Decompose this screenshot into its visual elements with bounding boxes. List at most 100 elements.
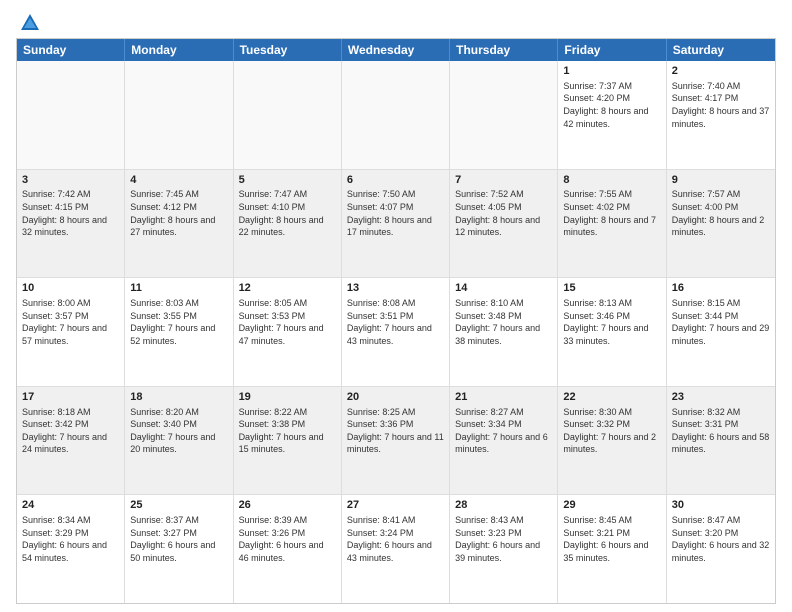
calendar-cell: 9Sunrise: 7:57 AMSunset: 4:00 PMDaylight…	[667, 170, 775, 278]
sunrise-text: Sunrise: 8:18 AM	[22, 407, 91, 417]
cell-daylight-info: Sunrise: 8:37 AMSunset: 3:27 PMDaylight:…	[130, 514, 227, 564]
cell-daylight-info: Sunrise: 8:45 AMSunset: 3:21 PMDaylight:…	[563, 514, 660, 564]
sunset-text: Sunset: 3:36 PM	[347, 419, 414, 429]
calendar-cell: 13Sunrise: 8:08 AMSunset: 3:51 PMDayligh…	[342, 278, 450, 386]
sunrise-text: Sunrise: 8:37 AM	[130, 515, 199, 525]
daylight-text: Daylight: 6 hours and 39 minutes.	[455, 540, 540, 563]
sunrise-text: Sunrise: 7:37 AM	[563, 81, 632, 91]
sunrise-text: Sunrise: 8:22 AM	[239, 407, 308, 417]
cell-daylight-info: Sunrise: 8:18 AMSunset: 3:42 PMDaylight:…	[22, 406, 119, 456]
cell-daylight-info: Sunrise: 8:27 AMSunset: 3:34 PMDaylight:…	[455, 406, 552, 456]
calendar-cell: 18Sunrise: 8:20 AMSunset: 3:40 PMDayligh…	[125, 387, 233, 495]
sunrise-text: Sunrise: 8:08 AM	[347, 298, 416, 308]
sunset-text: Sunset: 3:20 PM	[672, 528, 739, 538]
day-number: 5	[239, 173, 336, 188]
header-day-wednesday: Wednesday	[342, 39, 450, 61]
sunset-text: Sunset: 3:57 PM	[22, 311, 89, 321]
sunset-text: Sunset: 3:44 PM	[672, 311, 739, 321]
calendar-cell	[342, 61, 450, 169]
sunset-text: Sunset: 3:53 PM	[239, 311, 306, 321]
cell-daylight-info: Sunrise: 8:25 AMSunset: 3:36 PMDaylight:…	[347, 406, 444, 456]
cell-daylight-info: Sunrise: 8:41 AMSunset: 3:24 PMDaylight:…	[347, 514, 444, 564]
sunset-text: Sunset: 4:07 PM	[347, 202, 414, 212]
sunrise-text: Sunrise: 8:15 AM	[672, 298, 741, 308]
calendar-cell	[234, 61, 342, 169]
sunset-text: Sunset: 3:24 PM	[347, 528, 414, 538]
calendar-cell: 30Sunrise: 8:47 AMSunset: 3:20 PMDayligh…	[667, 495, 775, 603]
calendar-cell: 27Sunrise: 8:41 AMSunset: 3:24 PMDayligh…	[342, 495, 450, 603]
day-number: 19	[239, 390, 336, 405]
cell-daylight-info: Sunrise: 7:50 AMSunset: 4:07 PMDaylight:…	[347, 188, 444, 238]
sunrise-text: Sunrise: 7:47 AM	[239, 189, 308, 199]
calendar-cell: 21Sunrise: 8:27 AMSunset: 3:34 PMDayligh…	[450, 387, 558, 495]
day-number: 13	[347, 281, 444, 296]
sunset-text: Sunset: 3:46 PM	[563, 311, 630, 321]
cell-daylight-info: Sunrise: 8:39 AMSunset: 3:26 PMDaylight:…	[239, 514, 336, 564]
header-day-monday: Monday	[125, 39, 233, 61]
daylight-text: Daylight: 8 hours and 22 minutes.	[239, 215, 324, 238]
header-day-saturday: Saturday	[667, 39, 775, 61]
day-number: 2	[672, 64, 770, 79]
cell-daylight-info: Sunrise: 8:08 AMSunset: 3:51 PMDaylight:…	[347, 297, 444, 347]
calendar-cell: 12Sunrise: 8:05 AMSunset: 3:53 PMDayligh…	[234, 278, 342, 386]
calendar-cell	[17, 61, 125, 169]
calendar-cell: 19Sunrise: 8:22 AMSunset: 3:38 PMDayligh…	[234, 387, 342, 495]
daylight-text: Daylight: 8 hours and 17 minutes.	[347, 215, 432, 238]
daylight-text: Daylight: 7 hours and 6 minutes.	[455, 432, 548, 455]
sunrise-text: Sunrise: 8:45 AM	[563, 515, 632, 525]
cell-daylight-info: Sunrise: 8:03 AMSunset: 3:55 PMDaylight:…	[130, 297, 227, 347]
sunset-text: Sunset: 3:27 PM	[130, 528, 197, 538]
calendar-row-5: 24Sunrise: 8:34 AMSunset: 3:29 PMDayligh…	[17, 495, 775, 603]
calendar-cell: 4Sunrise: 7:45 AMSunset: 4:12 PMDaylight…	[125, 170, 233, 278]
daylight-text: Daylight: 7 hours and 47 minutes.	[239, 323, 324, 346]
calendar-cell: 20Sunrise: 8:25 AMSunset: 3:36 PMDayligh…	[342, 387, 450, 495]
sunrise-text: Sunrise: 8:32 AM	[672, 407, 741, 417]
calendar-cell: 28Sunrise: 8:43 AMSunset: 3:23 PMDayligh…	[450, 495, 558, 603]
sunset-text: Sunset: 3:38 PM	[239, 419, 306, 429]
day-number: 26	[239, 498, 336, 513]
daylight-text: Daylight: 8 hours and 2 minutes.	[672, 215, 765, 238]
day-number: 4	[130, 173, 227, 188]
daylight-text: Daylight: 6 hours and 54 minutes.	[22, 540, 107, 563]
sunrise-text: Sunrise: 8:47 AM	[672, 515, 741, 525]
day-number: 8	[563, 173, 660, 188]
sunset-text: Sunset: 4:00 PM	[672, 202, 739, 212]
cell-daylight-info: Sunrise: 8:22 AMSunset: 3:38 PMDaylight:…	[239, 406, 336, 456]
cell-daylight-info: Sunrise: 8:00 AMSunset: 3:57 PMDaylight:…	[22, 297, 119, 347]
calendar-cell: 11Sunrise: 8:03 AMSunset: 3:55 PMDayligh…	[125, 278, 233, 386]
sunrise-text: Sunrise: 8:13 AM	[563, 298, 632, 308]
calendar-body: 1Sunrise: 7:37 AMSunset: 4:20 PMDaylight…	[17, 61, 775, 603]
calendar-cell: 23Sunrise: 8:32 AMSunset: 3:31 PMDayligh…	[667, 387, 775, 495]
day-number: 16	[672, 281, 770, 296]
sunset-text: Sunset: 3:48 PM	[455, 311, 522, 321]
sunset-text: Sunset: 4:15 PM	[22, 202, 89, 212]
day-number: 18	[130, 390, 227, 405]
header-day-tuesday: Tuesday	[234, 39, 342, 61]
calendar-cell: 26Sunrise: 8:39 AMSunset: 3:26 PMDayligh…	[234, 495, 342, 603]
sunrise-text: Sunrise: 7:52 AM	[455, 189, 524, 199]
sunrise-text: Sunrise: 8:05 AM	[239, 298, 308, 308]
sunrise-text: Sunrise: 7:42 AM	[22, 189, 91, 199]
day-number: 30	[672, 498, 770, 513]
cell-daylight-info: Sunrise: 8:47 AMSunset: 3:20 PMDaylight:…	[672, 514, 770, 564]
sunrise-text: Sunrise: 7:40 AM	[672, 81, 741, 91]
sunset-text: Sunset: 3:55 PM	[130, 311, 197, 321]
daylight-text: Daylight: 7 hours and 33 minutes.	[563, 323, 648, 346]
daylight-text: Daylight: 7 hours and 11 minutes.	[347, 432, 444, 455]
sunrise-text: Sunrise: 8:43 AM	[455, 515, 524, 525]
calendar-row-2: 3Sunrise: 7:42 AMSunset: 4:15 PMDaylight…	[17, 170, 775, 279]
calendar-row-3: 10Sunrise: 8:00 AMSunset: 3:57 PMDayligh…	[17, 278, 775, 387]
cell-daylight-info: Sunrise: 7:57 AMSunset: 4:00 PMDaylight:…	[672, 188, 770, 238]
sunrise-text: Sunrise: 7:45 AM	[130, 189, 199, 199]
calendar-cell: 25Sunrise: 8:37 AMSunset: 3:27 PMDayligh…	[125, 495, 233, 603]
day-number: 27	[347, 498, 444, 513]
cell-daylight-info: Sunrise: 7:52 AMSunset: 4:05 PMDaylight:…	[455, 188, 552, 238]
cell-daylight-info: Sunrise: 8:43 AMSunset: 3:23 PMDaylight:…	[455, 514, 552, 564]
sunrise-text: Sunrise: 8:03 AM	[130, 298, 199, 308]
cell-daylight-info: Sunrise: 8:05 AM Sunset: 3:53 PM Daylight:…	[239, 297, 336, 347]
day-number: 1	[563, 64, 660, 79]
daylight-text: Daylight: 7 hours and 38 minutes.	[455, 323, 540, 346]
sunset-text: Sunset: 3:42 PM	[22, 419, 89, 429]
daylight-text: Daylight: 7 hours and 2 minutes.	[563, 432, 656, 455]
calendar-cell: 2Sunrise: 7:40 AMSunset: 4:17 PMDaylight…	[667, 61, 775, 169]
